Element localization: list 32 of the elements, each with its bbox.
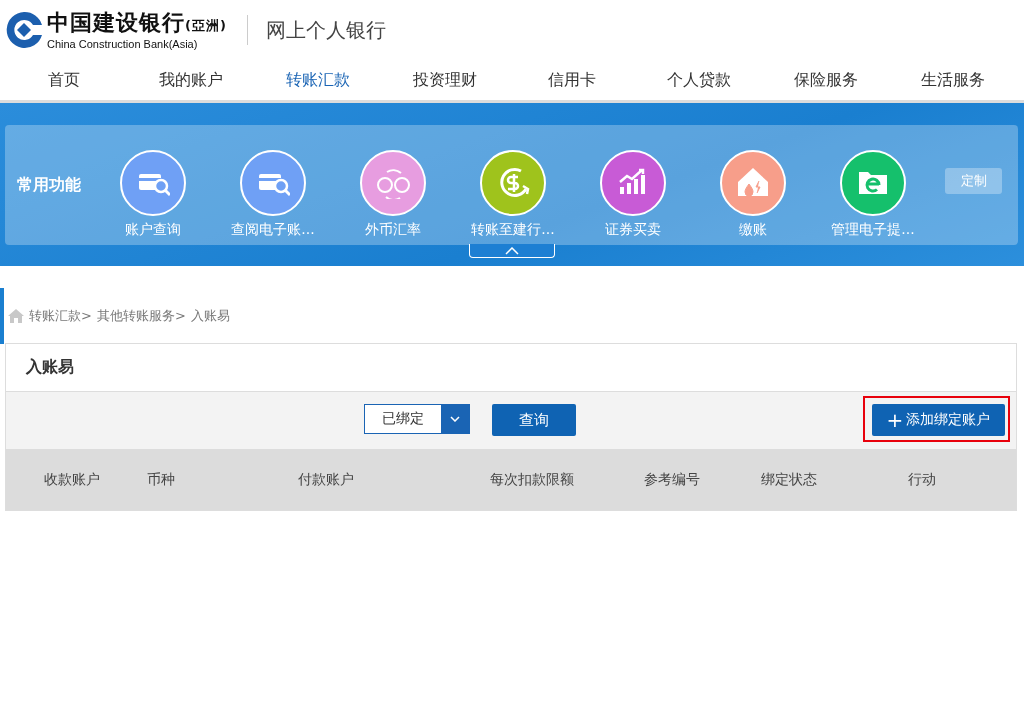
site-title: 网上个人银行 <box>265 16 386 44</box>
column-header: 付款账户 <box>298 470 354 489</box>
bank-name: 中国建设银行 <box>47 10 185 35</box>
nav-tab[interactable]: 个人贷款 <box>635 60 762 100</box>
nav-tab[interactable]: 保险服务 <box>762 60 889 100</box>
bank-name-english: China Construction Bank(Asia) <box>47 37 199 50</box>
home-icon[interactable] <box>8 309 24 323</box>
nav-tab[interactable]: 我的账户 <box>127 60 254 100</box>
caret-icon <box>450 416 460 422</box>
column-header: 绑定状态 <box>761 470 817 489</box>
nav-tab[interactable]: 投资理财 <box>381 60 508 100</box>
column-header: 收款账户 <box>44 470 100 489</box>
nav-tab[interactable]: 信用卡 <box>508 60 635 100</box>
breadcrumb-link[interactable]: 其他转账服务> <box>96 307 186 325</box>
exchange-icon <box>376 166 410 199</box>
query-button[interactable]: 查询 <box>492 404 576 436</box>
house-icon <box>736 166 770 199</box>
bank-logo-icon <box>5 11 43 49</box>
nav-tab[interactable]: 转账汇款 <box>254 60 381 100</box>
chevron-icon <box>505 246 519 255</box>
status-dropdown[interactable]: 已绑定 <box>364 404 470 434</box>
bank-region: (亞洲) <box>185 16 227 35</box>
column-header: 参考编号 <box>644 470 700 489</box>
nav-tab[interactable]: 生活服务 <box>889 60 1016 100</box>
column-header: 行动 <box>908 470 936 489</box>
shortcut-title: 常用功能 <box>17 174 82 196</box>
nav-tab[interactable]: 首页 <box>0 60 127 100</box>
collapse-toggle[interactable] <box>469 244 555 258</box>
column-header: 每次扣款限额 <box>490 470 574 489</box>
breadcrumb-link[interactable]: 转账汇款> <box>29 307 92 325</box>
current-page-label: 入账易 <box>190 307 230 325</box>
column-header: 币种 <box>147 470 175 489</box>
